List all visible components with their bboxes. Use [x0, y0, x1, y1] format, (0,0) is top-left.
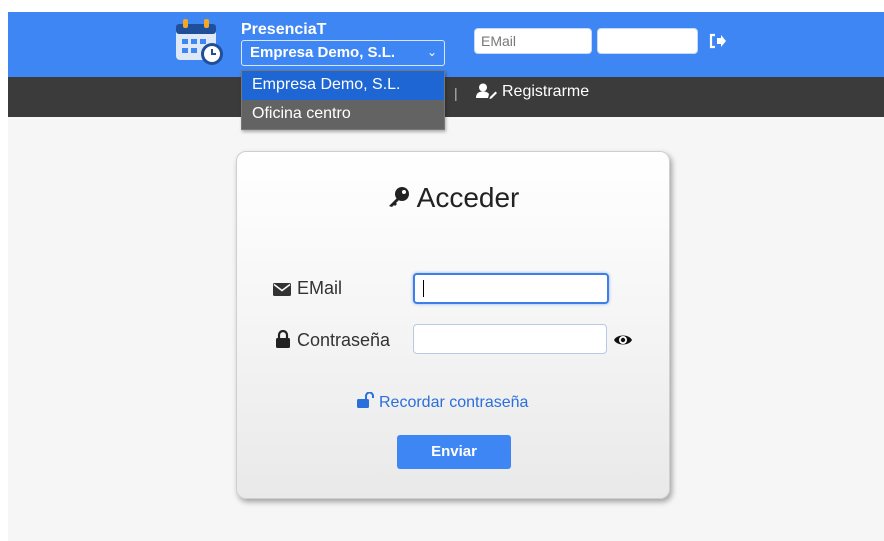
company-select[interactable]: Empresa Demo, S.L. ⌄: [241, 40, 445, 66]
eye-icon[interactable]: [613, 332, 633, 348]
submit-button[interactable]: Enviar: [397, 435, 511, 469]
email-field[interactable]: [413, 273, 609, 304]
company-option[interactable]: Empresa Demo, S.L.: [242, 71, 444, 100]
envelope-icon: [273, 283, 291, 296]
password-field[interactable]: [413, 324, 607, 354]
login-title-text: Acceder: [416, 182, 520, 213]
forgot-password-link[interactable]: Recordar contraseña: [357, 391, 529, 412]
company-dropdown[interactable]: Empresa Demo, S.L. Oficina centro: [241, 70, 445, 130]
forgot-password-text: Recordar contraseña: [379, 394, 529, 411]
calendar-clock-logo-icon: [176, 19, 223, 65]
company-select-value: Empresa Demo, S.L.: [250, 44, 396, 61]
user-edit-icon: [476, 83, 497, 99]
top-header: PresenciaT Empresa Demo, S.L. ⌄ EMail: [8, 12, 884, 77]
email-label: EMail: [273, 278, 342, 299]
key-icon: [388, 187, 409, 207]
password-label: Contraseña: [275, 329, 391, 351]
header-password-input[interactable]: [597, 28, 698, 54]
login-card: Acceder EMail Contraseña Recordar contra…: [236, 151, 670, 499]
header-email-input[interactable]: EMail: [474, 28, 592, 54]
password-label-text: Contraseña: [297, 330, 391, 350]
email-label-text: EMail: [297, 278, 343, 298]
nav-separator: |: [454, 85, 458, 101]
nav-bar: |: [8, 77, 884, 117]
chevron-down-icon: ⌄: [426, 45, 437, 59]
page: PresenciaT Empresa Demo, S.L. ⌄ EMail | …: [8, 12, 884, 541]
app-name: PresenciaT: [241, 21, 327, 38]
register-label: Registrarme: [502, 83, 590, 100]
lock-icon: [276, 329, 290, 348]
unlock-icon: [357, 391, 374, 408]
sign-out-icon[interactable]: [709, 33, 727, 49]
company-option[interactable]: Oficina centro: [242, 100, 444, 129]
text-caret: [423, 280, 424, 297]
login-title: Acceder: [237, 182, 669, 214]
register-link[interactable]: Registrarme: [476, 83, 589, 101]
